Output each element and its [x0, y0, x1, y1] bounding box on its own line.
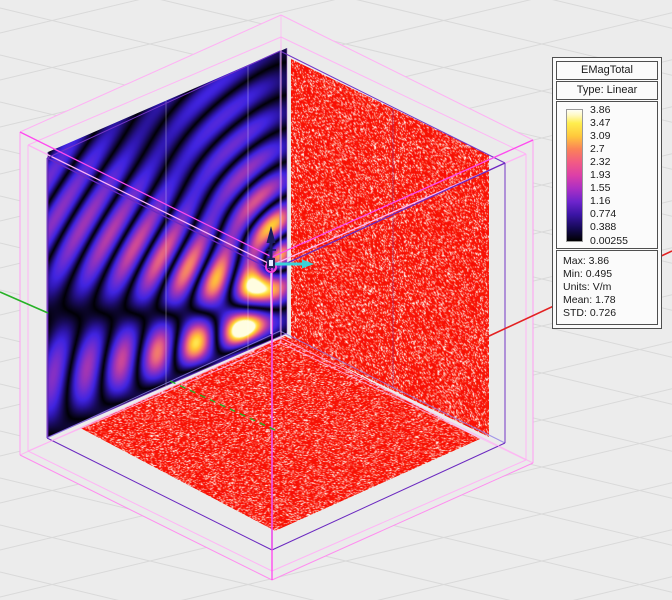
- scale-label: 0.00255: [590, 236, 660, 247]
- stat-line: Mean: 1.78: [563, 294, 655, 307]
- scale-label: 1.16: [590, 196, 660, 207]
- boundary-box-inner-pink: [28, 37, 526, 571]
- stat-line: Min: 0.495: [563, 268, 655, 281]
- field-wall-edges: [48, 48, 287, 437]
- scale-label: 2.32: [590, 157, 660, 168]
- stat-line: STD: 0.726: [563, 307, 655, 320]
- legend-color-scale: 3.86 3.47 3.09 2.7 2.32 1.93 1.55 1.16 0.774 0.38…: [556, 101, 658, 249]
- stat-line: Max: 3.86: [563, 255, 655, 268]
- scale-label: 1.55: [590, 183, 660, 194]
- colorbar: [566, 109, 583, 242]
- stat-line: Units: V/m: [563, 281, 655, 294]
- scale-label: 3.86: [590, 105, 660, 116]
- scale-label: 3.09: [590, 131, 660, 142]
- results-legend: EMagTotal Type: Linear 3.86 3.47 3.09 2.7 2.…: [552, 57, 662, 329]
- z-axis-arrow-icon: [267, 226, 276, 243]
- legend-scale-type: Type: Linear: [556, 81, 658, 100]
- simulation-box-purple: [47, 51, 505, 550]
- boundary-box-outer-pink: [20, 15, 533, 580]
- scale-label: 0.774: [590, 209, 660, 220]
- legend-title: EMagTotal: [556, 61, 658, 80]
- x-axis-arrow-icon: [302, 260, 314, 269]
- scale-label: 0.388: [590, 222, 660, 233]
- scale-label: 2.7: [590, 144, 660, 155]
- antenna-marker: [266, 226, 314, 334]
- 3d-viewport[interactable]: EMagTotal Type: Linear 3.86 3.47 3.09 2.7 2.…: [0, 0, 672, 600]
- scale-label: 3.47: [590, 118, 660, 129]
- legend-statistics: Max: 3.86 Min: 0.495 Units: V/m Mean: 1.78 S…: [556, 250, 658, 325]
- scale-label: 1.93: [590, 170, 660, 181]
